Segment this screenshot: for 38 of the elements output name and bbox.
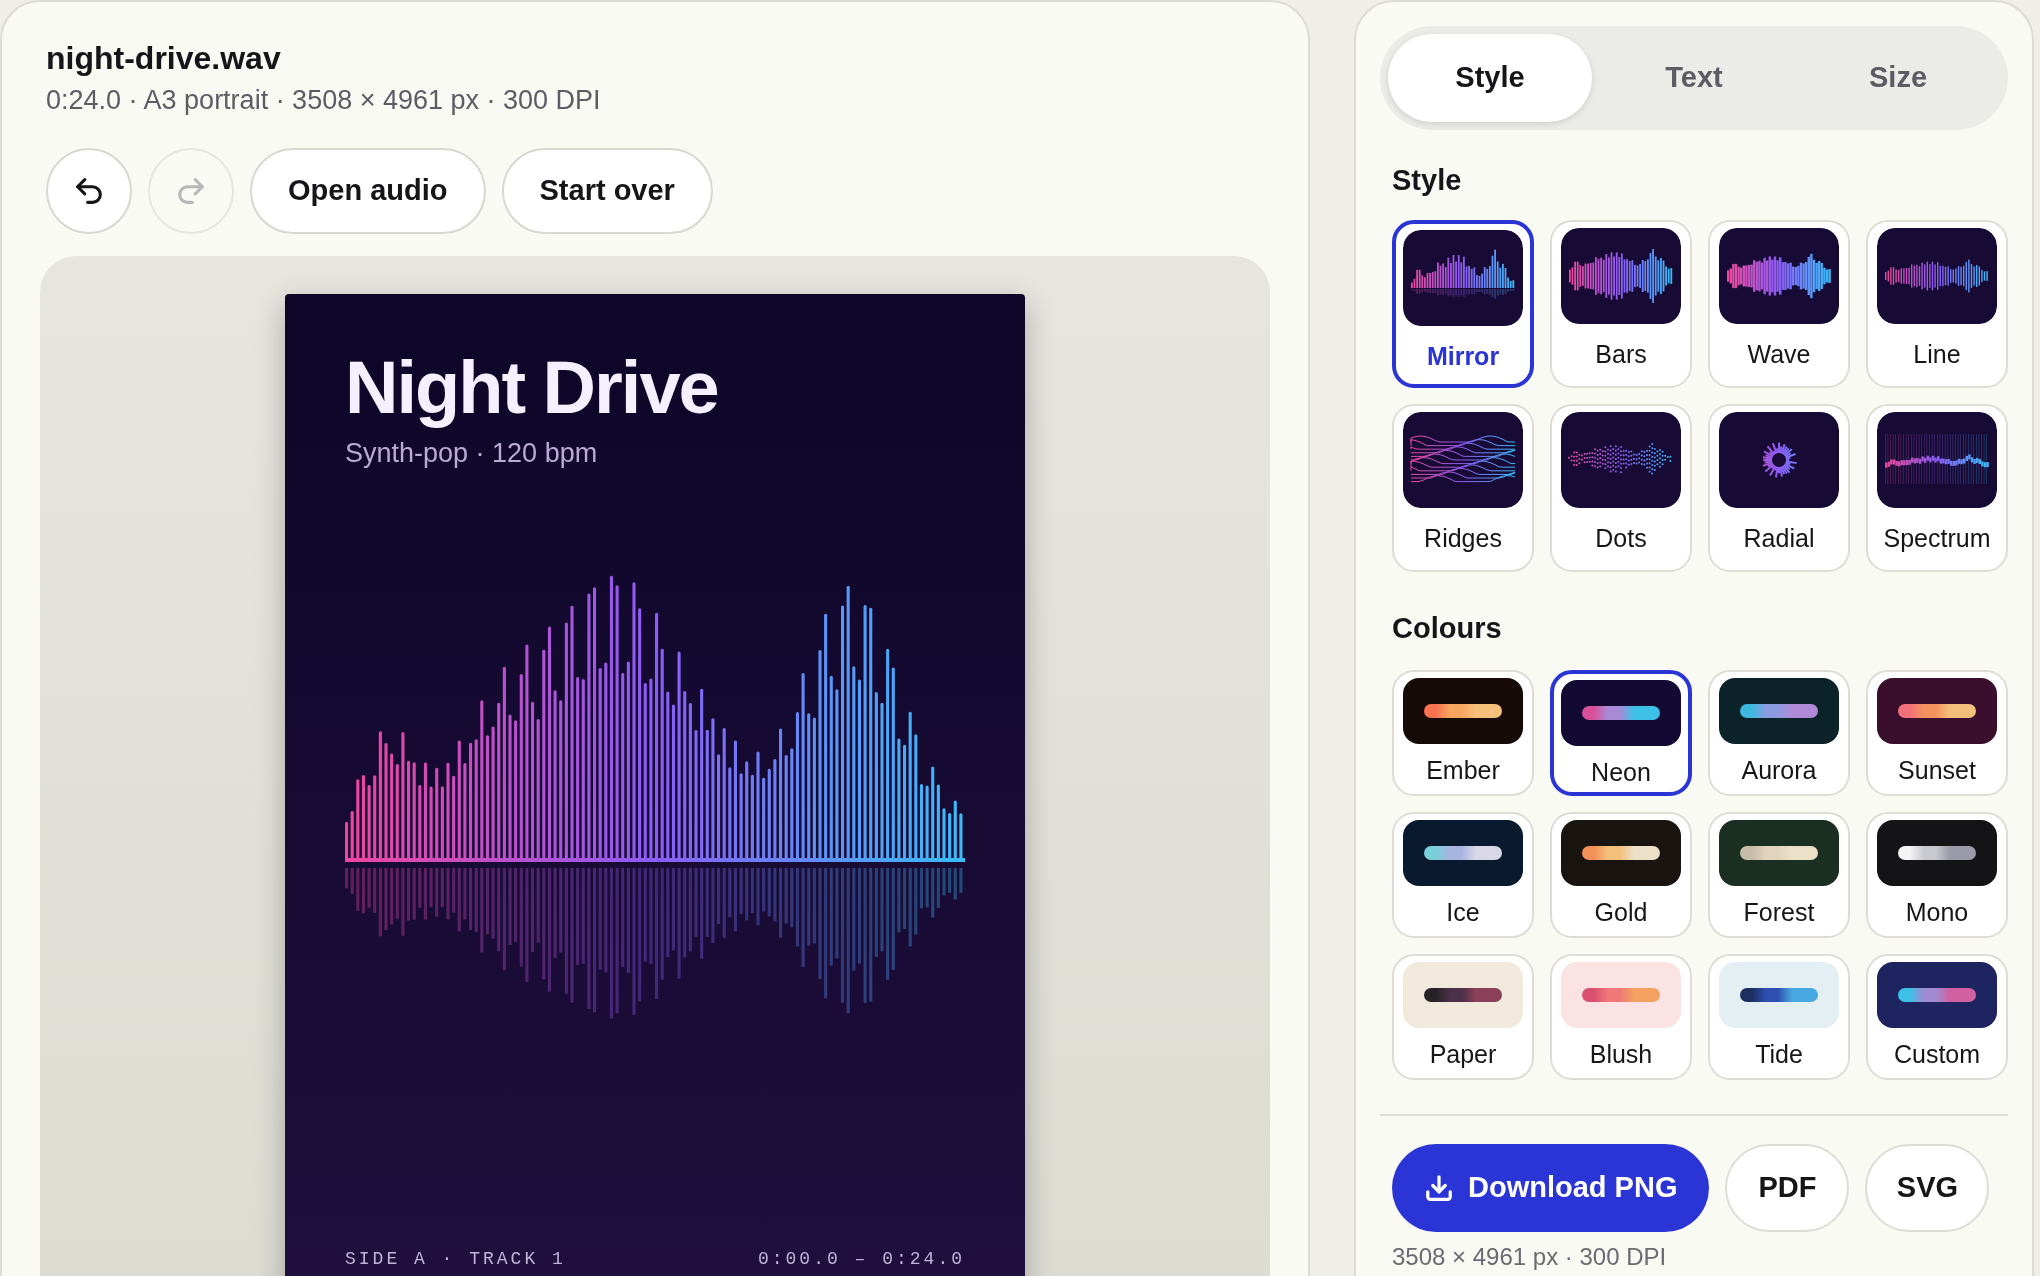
colour-option[interactable]: Ember: [1392, 670, 1534, 796]
download-button[interactable]: Download PNG: [1392, 1144, 1710, 1232]
style-option[interactable]: Bars: [1550, 220, 1692, 388]
style-option[interactable]: Dots: [1550, 404, 1692, 572]
colour-option[interactable]: Forest: [1708, 812, 1850, 938]
style-option[interactable]: Wave: [1708, 220, 1850, 388]
colour-option[interactable]: Paper: [1392, 954, 1534, 1080]
toolbar-button[interactable]: Open audio: [250, 148, 486, 234]
export-caption: 3508 × 4961 px · 300 DPI: [1391, 1242, 1668, 1272]
section-heading: Colours: [1392, 611, 1503, 646]
format-button[interactable]: SVG: [1865, 1144, 1990, 1232]
style-option[interactable]: Radial: [1708, 404, 1850, 572]
style-option[interactable]: Mirror: [1392, 220, 1534, 388]
tab[interactable]: Style: [1388, 34, 1592, 122]
download-icon: [1424, 1173, 1454, 1203]
toolbar-button[interactable]: Start over: [501, 148, 713, 234]
style-option[interactable]: Line: [1866, 220, 2008, 388]
poster-footer-text: 0:00.0 – 0:24.0: [757, 1248, 965, 1271]
colour-option[interactable]: Sunset: [1866, 670, 2008, 796]
colour-option[interactable]: Ice: [1392, 812, 1534, 938]
colour-option[interactable]: Aurora: [1708, 670, 1850, 796]
tab[interactable]: Size: [1796, 34, 2000, 122]
colour-option[interactable]: Custom: [1866, 954, 2008, 1080]
poster-footer-text: SIDE A · TRACK 1: [345, 1248, 566, 1271]
colour-option[interactable]: Gold: [1550, 812, 1692, 938]
file-name: night-drive.wav: [46, 39, 282, 78]
style-option[interactable]: Ridges: [1392, 404, 1534, 572]
file-meta: 0:24.0 · A3 portrait · 3508 × 4961 px · 300 DPI: [46, 84, 602, 117]
format-button[interactable]: PDF: [1725, 1144, 1850, 1232]
colour-option[interactable]: Neon: [1550, 670, 1692, 796]
tab[interactable]: Text: [1592, 34, 1796, 122]
style-option[interactable]: Spectrum: [1866, 404, 2008, 572]
section-heading: Style: [1392, 163, 1463, 198]
colour-option[interactable]: Blush: [1550, 954, 1692, 1080]
colour-option[interactable]: Mono: [1866, 812, 2008, 938]
poster-title: Night Drive: [345, 345, 719, 431]
colour-option[interactable]: Tide: [1708, 954, 1850, 1080]
poster-subtitle: Synth-pop · 120 bpm: [345, 437, 599, 470]
